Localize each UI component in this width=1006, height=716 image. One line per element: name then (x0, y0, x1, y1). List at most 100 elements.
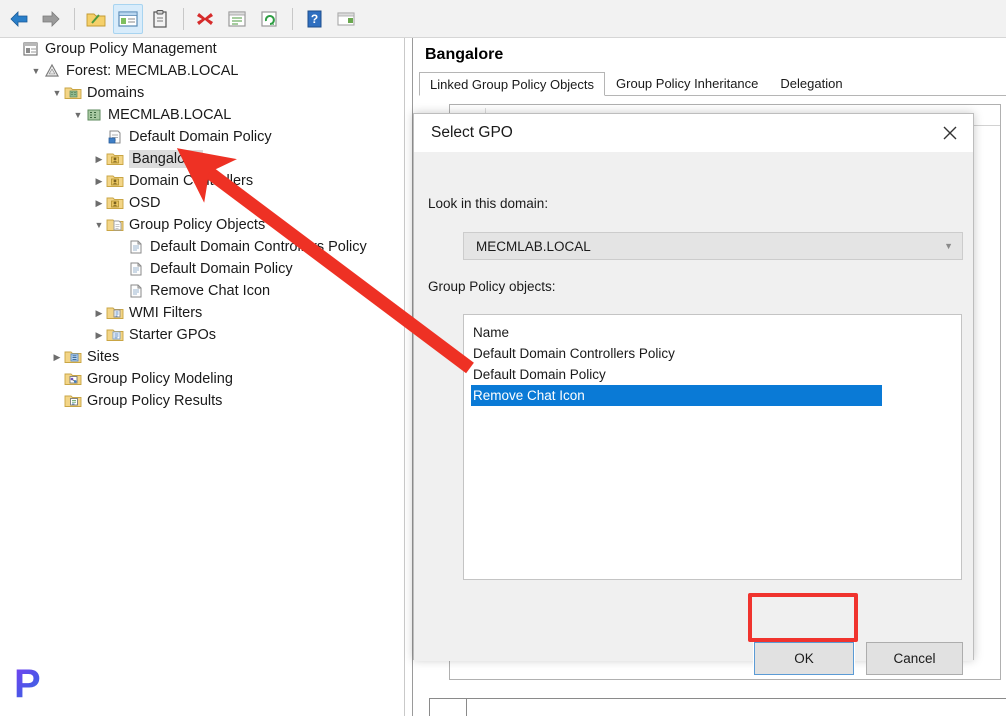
up-folder-button[interactable] (81, 4, 111, 34)
tree-item-domains[interactable]: ▼ Domains (0, 82, 405, 104)
tree-item-label: Bangalore (129, 150, 204, 168)
gpo-list[interactable]: Name Default Domain Controllers Policy De… (463, 314, 962, 580)
gpo-folder-icon (106, 217, 124, 233)
delete-button[interactable] (190, 4, 220, 34)
ok-button[interactable]: OK (753, 641, 855, 676)
tree-item-group-policy-management[interactable]: Group Policy Management (0, 38, 405, 60)
look-in-domain-label: Look in this domain: (428, 196, 549, 211)
tree-item-label: Sites (87, 349, 120, 365)
group-policy-tree[interactable]: Group Policy Management ▼ Forest: MECMLAB.… (0, 38, 405, 412)
tree-item-forest-mecmlab-local[interactable]: ▼ Forest: MECMLAB.LOCAL (0, 60, 405, 82)
domains-folder-icon (64, 87, 82, 99)
wmi-folder-icon (106, 305, 124, 321)
gpo-icon (130, 240, 142, 254)
tree-item-remove-chat-icon[interactable]: Remove Chat Icon (0, 280, 405, 302)
tree-item-mecmlab-local[interactable]: ▼ MECMLAB.LOCAL (0, 104, 405, 126)
chevron-right-icon[interactable]: ▶ (92, 198, 106, 208)
help-button[interactable]: ? (299, 4, 329, 34)
show-hide-console-tree-button[interactable] (113, 3, 143, 34)
tab-linked-group-policy-objects[interactable]: Linked Group Policy Objects (419, 72, 606, 96)
tree-item-wmi-filters[interactable]: ▶ WMI Filters (0, 302, 405, 324)
tree-item-label: Group Policy Results (87, 393, 223, 409)
console-tree-panel[interactable]: Group Policy Management ▼ Forest: MECMLAB.… (0, 38, 405, 716)
console-root-icon (22, 41, 40, 57)
tree-item-bangalore[interactable]: ▶ Bangalore (0, 148, 405, 170)
starter-gpo-icon (106, 329, 124, 341)
tree-item-group-policy-modeling[interactable]: Group Policy Modeling (0, 368, 405, 390)
left-arrow-icon (10, 10, 28, 27)
chevron-down-icon[interactable]: ▼ (50, 88, 64, 98)
chevron-down-icon[interactable]: ▼ (71, 110, 85, 120)
toolbar-separator-3 (292, 7, 293, 30)
ou-icon (106, 175, 124, 187)
tree-item-label: MECMLAB.LOCAL (108, 107, 232, 123)
application-window: ? Group Policy Management ▼ Forest: MECMLA… (0, 0, 1006, 716)
cancel-button[interactable]: Cancel (866, 642, 963, 675)
ou-icon (106, 195, 124, 211)
tree-item-group-policy-objects[interactable]: ▼ Group Policy Objects (0, 214, 405, 236)
forest-icon (44, 63, 60, 77)
modeling-icon (64, 371, 82, 387)
tree-item-default-domain-policy[interactable]: Default Domain Policy (0, 258, 405, 280)
tree-item-default-domain-controllers-policy[interactable]: Default Domain Controllers Policy (0, 236, 405, 258)
properties-button[interactable] (145, 4, 175, 34)
tree-item-osd[interactable]: ▶ OSD (0, 192, 405, 214)
export-list-button[interactable] (222, 4, 252, 34)
chevron-right-icon[interactable]: ▶ (92, 330, 106, 340)
toolbar-separator-1 (74, 7, 75, 30)
ou-icon (106, 151, 124, 167)
svg-text:?: ? (311, 12, 318, 26)
domain-icon (85, 107, 103, 123)
gpo-list-label: Group Policy objects: (428, 279, 556, 294)
chevron-right-icon[interactable]: ▶ (92, 176, 106, 186)
tree-item-domain-controllers[interactable]: ▶ Domain Controllers (0, 170, 405, 192)
tree-item-label: Domain Controllers (129, 173, 254, 189)
tree-item-sites[interactable]: ▶ Sites (0, 346, 405, 368)
page-title: Bangalore (425, 46, 504, 63)
gpo-list-rows[interactable]: Default Domain Controllers Policy Default… (464, 343, 961, 406)
chevron-down-icon[interactable]: ▼ (92, 220, 106, 230)
tree-item-label: Domains (87, 85, 145, 101)
tab-delegation[interactable]: Delegation (769, 71, 853, 95)
tree-item-default-domain-policy[interactable]: Default Domain Policy (0, 126, 405, 148)
tree-item-label: Default Domain Controllers Policy (150, 239, 367, 255)
tree-item-label: Default Domain Policy (150, 261, 293, 277)
close-button[interactable] (927, 114, 973, 152)
domain-select[interactable]: MECMLAB.LOCAL ▼ (463, 232, 963, 260)
gpo-list-item[interactable]: Default Domain Policy (464, 364, 961, 385)
tree-pane-divider[interactable] (404, 38, 413, 716)
question-mark-icon: ? (307, 10, 322, 27)
tree-item-label: OSD (129, 195, 161, 211)
chevron-right-icon[interactable]: ▶ (92, 154, 106, 164)
domains-folder-icon (64, 85, 82, 101)
gpo-list-item[interactable]: Default Domain Controllers Policy (464, 343, 961, 364)
modeling-icon (64, 373, 82, 385)
tree-item-group-policy-results[interactable]: Group Policy Results (0, 390, 405, 412)
forward-button[interactable] (36, 4, 66, 34)
back-button[interactable] (4, 4, 34, 34)
ou-icon (106, 153, 124, 165)
dialog-title: Select GPO (431, 124, 513, 141)
tree-item-label: WMI Filters (129, 305, 203, 321)
refresh-button[interactable] (254, 4, 284, 34)
toolbar: ? (0, 0, 1006, 38)
gpo-icon (127, 261, 145, 277)
domain-icon (87, 109, 101, 121)
tree-item-label: Starter GPOs (129, 327, 217, 343)
tree-item-starter-gpos[interactable]: ▶ Starter GPOs (0, 324, 405, 346)
gpo-link-icon (108, 130, 121, 144)
chevron-down-icon[interactable]: ▼ (29, 66, 43, 76)
gpo-icon (127, 239, 145, 255)
gpo-list-item[interactable]: Remove Chat Icon (471, 385, 882, 406)
dialog-body: Look in this domain: MECMLAB.LOCAL ▼ Gro… (414, 152, 973, 676)
sites-icon (64, 349, 82, 365)
tree-item-label: Group Policy Modeling (87, 371, 233, 387)
details-pane-footer (429, 698, 1006, 716)
folder-up-icon (86, 13, 106, 26)
chevron-right-icon[interactable]: ▶ (50, 352, 64, 362)
tab-group-policy-inheritance[interactable]: Group Policy Inheritance (605, 71, 769, 95)
show-window-button[interactable] (331, 4, 361, 34)
chevron-right-icon[interactable]: ▶ (92, 308, 106, 318)
domain-select-value: MECMLAB.LOCAL (476, 238, 591, 254)
console-tree-icon (118, 10, 138, 27)
